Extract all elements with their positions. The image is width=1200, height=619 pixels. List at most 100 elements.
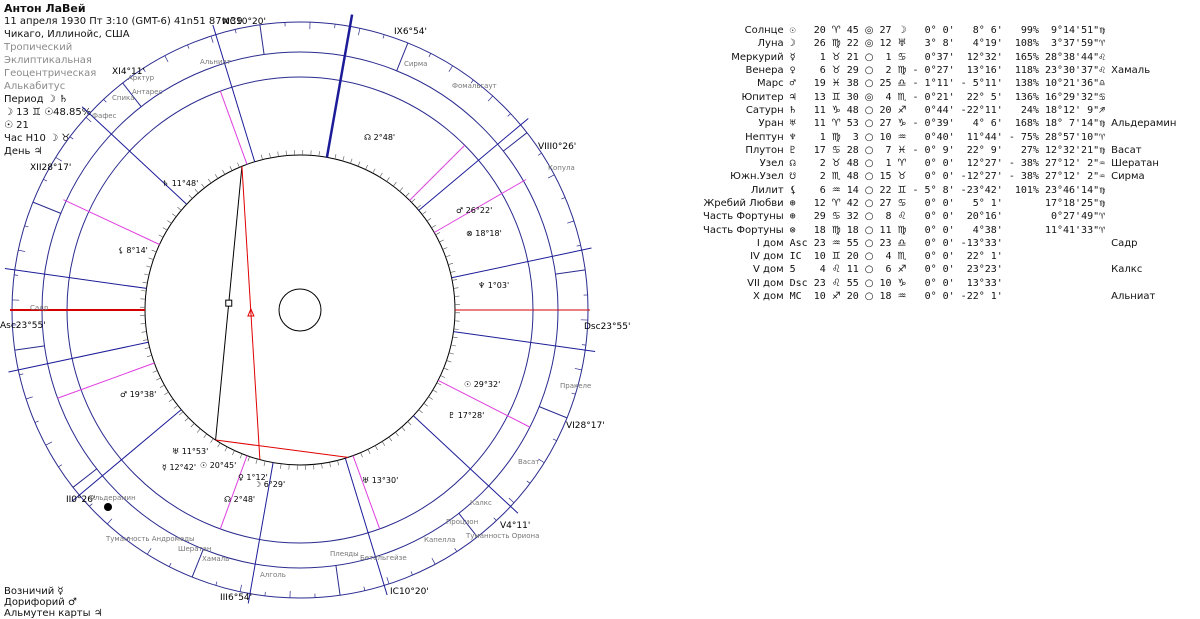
planet-star: [1108, 51, 1179, 64]
inner-tick: [145, 347, 150, 348]
planet-decl: -22°11': [958, 104, 1006, 117]
inner-tick: [191, 423, 194, 427]
planet-lat: 0° 0': [910, 263, 958, 276]
planet-asp: ○: [862, 197, 877, 210]
planet-asp: ○: [862, 51, 877, 64]
planet-g: IC: [787, 250, 811, 263]
cusp-house-6: VI28°17': [566, 421, 605, 431]
planet-asp: ○: [862, 184, 877, 197]
planet-star: [1108, 277, 1179, 290]
planet-row: Луна☽26♍22◎12♅3° 8'4°19'108%3°37'59"♈: [700, 37, 1179, 50]
planet-star: [1108, 210, 1179, 223]
planet-row: Нептун♆1♍3○10♒0°40'11°44'- 75%28°57'10"♈: [700, 130, 1179, 143]
inner-tick: [389, 437, 392, 441]
planet-g: ⚸: [787, 184, 811, 197]
inner-tick: [143, 340, 148, 341]
planet-deg: 13: [811, 90, 829, 103]
inner-tick: [185, 418, 189, 421]
footer-almuten: Альмутен карты ♃: [4, 608, 103, 619]
planet-hs: ♑: [895, 117, 910, 130]
cusp-house-5: V4°11': [500, 521, 530, 531]
planet-min: 3: [844, 130, 862, 143]
inner-tick: [417, 205, 421, 208]
inner-tick: [281, 464, 282, 469]
planet-lat: 0° 0': [910, 170, 958, 183]
inner-tick: [141, 291, 146, 292]
planet-asp: ○: [862, 144, 877, 157]
planet-h: 25: [877, 77, 895, 90]
planet-position-label: ♇ 17°28': [448, 411, 484, 420]
degree-tick: [216, 582, 217, 586]
planet-g: ♀: [787, 64, 811, 77]
cusp-mc: MC10°20': [222, 17, 266, 27]
planet-lat: 0° 0': [910, 223, 958, 236]
degree-tick: [358, 28, 359, 35]
planet-hs: ♏: [895, 90, 910, 103]
inner-tick: [269, 153, 270, 158]
degree-tick: [411, 571, 413, 575]
inner-tick: [337, 460, 338, 465]
planet-pct: [1006, 290, 1042, 303]
inner-tick: [408, 421, 411, 425]
planet-sign: ♓: [829, 77, 844, 90]
planet-min: 55: [844, 237, 862, 250]
planet-ant: [1042, 237, 1108, 250]
planet-ant: 18°12' 9"♐: [1042, 104, 1108, 117]
planet-lat: 0°40': [910, 130, 958, 143]
aspect-marker: [226, 300, 232, 306]
planet-pct: 27%: [1006, 144, 1042, 157]
house-cusp-line: [72, 410, 182, 502]
fixed-star-label: Сирма: [404, 60, 427, 68]
planet-pct: 108%: [1006, 37, 1042, 50]
aspect-line: [242, 166, 260, 459]
inner-tick: [278, 152, 279, 157]
planet-g: ♆: [787, 130, 811, 143]
planet-star: Калкс: [1108, 263, 1179, 276]
planet-g: ☉: [787, 24, 811, 37]
planet-deg: 1: [811, 130, 829, 143]
inner-ring: [145, 155, 455, 465]
degree-tick: [46, 442, 52, 445]
inner-tick: [419, 410, 423, 413]
planet-h: 11: [877, 223, 895, 236]
inner-tick: [431, 225, 435, 228]
planet-asp: ○: [862, 210, 877, 223]
planet-deg: 12: [811, 197, 829, 210]
inner-tick: [375, 446, 377, 450]
planet-min: 55: [844, 277, 862, 290]
planet-h: 1: [877, 157, 895, 170]
inner-tick: [149, 258, 154, 260]
planet-ant: 27°12' 2"♒: [1042, 157, 1108, 170]
inner-tick: [215, 174, 218, 178]
planet-h: 27: [877, 197, 895, 210]
planet-decl: 22° 9': [958, 144, 1006, 157]
planet-pct: [1006, 237, 1042, 250]
cusp-asc: Asc23°55': [0, 321, 46, 331]
planet-sign: ♋: [829, 144, 844, 157]
degree-tick: [449, 66, 453, 72]
planet-min: 45: [844, 24, 862, 37]
fixed-star-label: Капелла: [424, 536, 455, 544]
planet-asp: ○: [862, 170, 877, 183]
planet-asp: ◎: [862, 24, 877, 37]
sign-divider: [336, 565, 340, 595]
inner-tick: [169, 399, 173, 402]
planet-pct: - 38%: [1006, 170, 1042, 183]
planet-decl: -23°42': [958, 184, 1006, 197]
inner-tick: [240, 454, 242, 459]
planet-position-label: ♄ 11°48': [162, 179, 198, 188]
planet-asp: ○: [862, 64, 877, 77]
degree-tick: [25, 226, 29, 227]
planet-name: Меркурий: [700, 51, 787, 64]
planet-ant: 10°21'36"♎: [1042, 77, 1108, 90]
planet-sign: ♑: [829, 104, 844, 117]
planet-pct: - 75%: [1006, 130, 1042, 143]
planet-lat: 0° 0': [910, 197, 958, 210]
planet-ant: [1042, 277, 1108, 290]
inner-tick: [406, 193, 409, 197]
planet-star: [1108, 184, 1179, 197]
planet-deg: 6: [811, 184, 829, 197]
footer-doryphory: Дорифорий ♂: [4, 597, 103, 608]
planet-ant: [1042, 263, 1108, 276]
planet-sign: ♍: [829, 130, 844, 143]
